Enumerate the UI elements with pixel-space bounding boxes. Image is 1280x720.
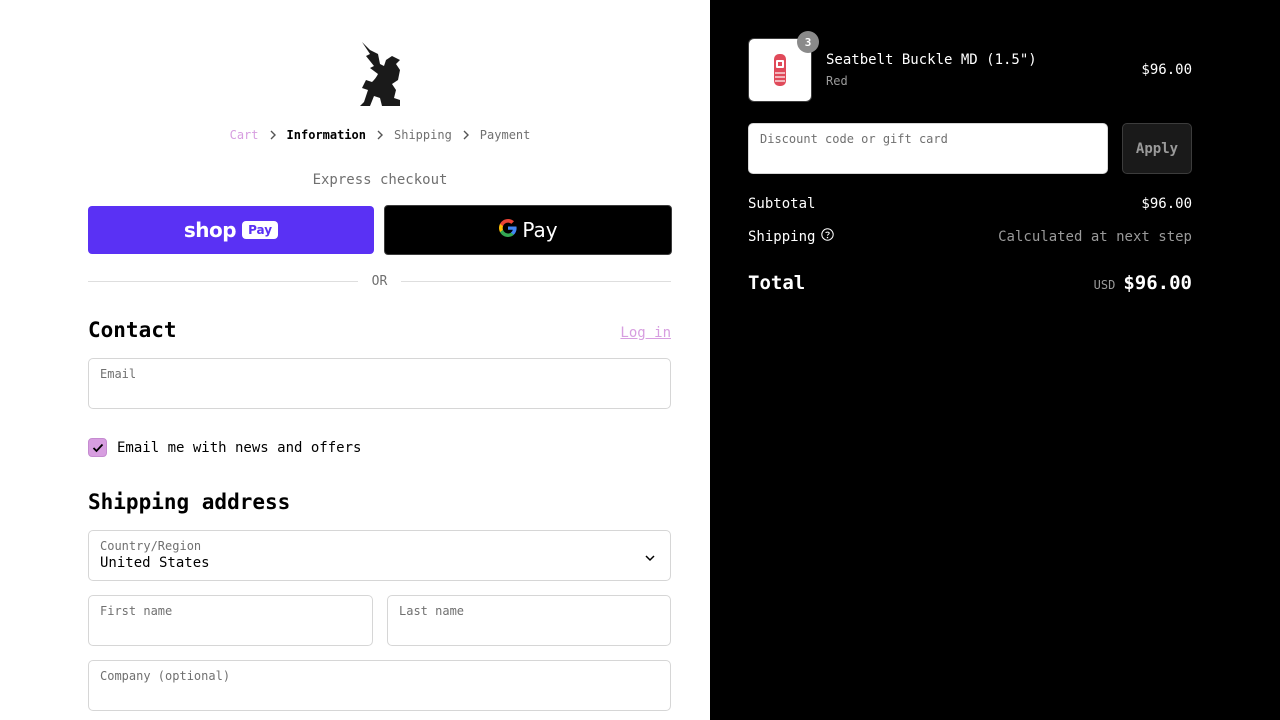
- shop-pay-button[interactable]: shop Pay: [88, 206, 374, 254]
- country-value: United States: [100, 555, 210, 571]
- last-name-label: Last name: [399, 604, 465, 618]
- breadcrumb-cart[interactable]: Cart: [230, 128, 259, 142]
- shipping-label: Shipping: [748, 228, 816, 245]
- company-field[interactable]: Company (optional): [88, 660, 671, 711]
- or-divider: OR: [88, 272, 671, 290]
- chevron-down-icon: [644, 549, 656, 568]
- newsletter-option[interactable]: Email me with news and offers: [88, 438, 361, 457]
- total-currency: USD: [1093, 278, 1116, 292]
- shipping-value: Calculated at next step: [998, 228, 1192, 245]
- product-name: Seatbelt Buckle MD (1.5"): [826, 52, 1037, 68]
- total-value: $96.00: [1123, 272, 1192, 294]
- total-row: Total USD $96.00: [748, 272, 1192, 294]
- shipping-row: Shipping Calculated at next step: [748, 228, 1192, 245]
- apply-button[interactable]: Apply: [1122, 123, 1192, 174]
- first-name-field[interactable]: First name: [88, 595, 373, 646]
- quantity-badge: 3: [797, 31, 819, 53]
- shipping-address-heading: Shipping address: [88, 490, 291, 514]
- order-summary: 3 Seatbelt Buckle MD (1.5") Red $96.00 A…: [710, 0, 1280, 720]
- chevron-right-icon: [366, 130, 394, 140]
- log-in-link[interactable]: Log in: [620, 325, 671, 341]
- subtotal-row: Subtotal $96.00: [748, 196, 1192, 212]
- breadcrumb-shipping: Shipping: [394, 128, 452, 142]
- newsletter-checkbox[interactable]: [88, 438, 107, 457]
- google-pay-word: Pay: [522, 218, 558, 242]
- company-label: Company (optional): [100, 669, 231, 683]
- first-name-label: First name: [100, 604, 173, 618]
- newsletter-label: Email me with news and offers: [117, 439, 362, 456]
- product-price: $96.00: [1141, 62, 1192, 78]
- chevron-right-icon: [452, 130, 480, 140]
- breadcrumb-payment: Payment: [479, 128, 531, 142]
- divider-line: [401, 280, 671, 282]
- country-select[interactable]: Country/Region United States: [88, 530, 671, 581]
- express-checkout-label: Express checkout: [312, 172, 448, 188]
- chevron-right-icon: [259, 130, 287, 140]
- discount-input[interactable]: [749, 124, 1107, 173]
- breadcrumb: Cart Information Shipping Payment: [0, 128, 760, 142]
- or-label: OR: [371, 273, 388, 289]
- checkout-main: Cart Information Shipping Payment Expres…: [0, 0, 710, 720]
- shipping-label-group: Shipping: [748, 228, 835, 245]
- email-field[interactable]: Email: [88, 358, 671, 409]
- google-pay-button[interactable]: Pay: [384, 205, 672, 255]
- subtotal-value: $96.00: [1141, 196, 1192, 212]
- question-circle-icon[interactable]: [821, 228, 835, 245]
- country-label: Country/Region: [100, 539, 202, 553]
- email-label: Email: [100, 367, 137, 381]
- contact-heading: Contact: [88, 318, 177, 342]
- subtotal-label: Subtotal: [748, 196, 816, 212]
- discount-field[interactable]: [748, 123, 1108, 174]
- product-variant: Red: [826, 74, 848, 88]
- griffin-logo[interactable]: [356, 40, 404, 108]
- divider-line: [88, 280, 358, 282]
- shop-pay-word: shop: [183, 218, 237, 242]
- checkmark-icon: [92, 443, 103, 452]
- google-g-icon: [498, 218, 518, 242]
- shop-pay-pill: Pay: [242, 221, 279, 239]
- breadcrumb-information: Information: [286, 128, 366, 142]
- total-label: Total: [748, 272, 806, 294]
- total-value-group: USD $96.00: [1094, 272, 1192, 294]
- last-name-field[interactable]: Last name: [387, 595, 671, 646]
